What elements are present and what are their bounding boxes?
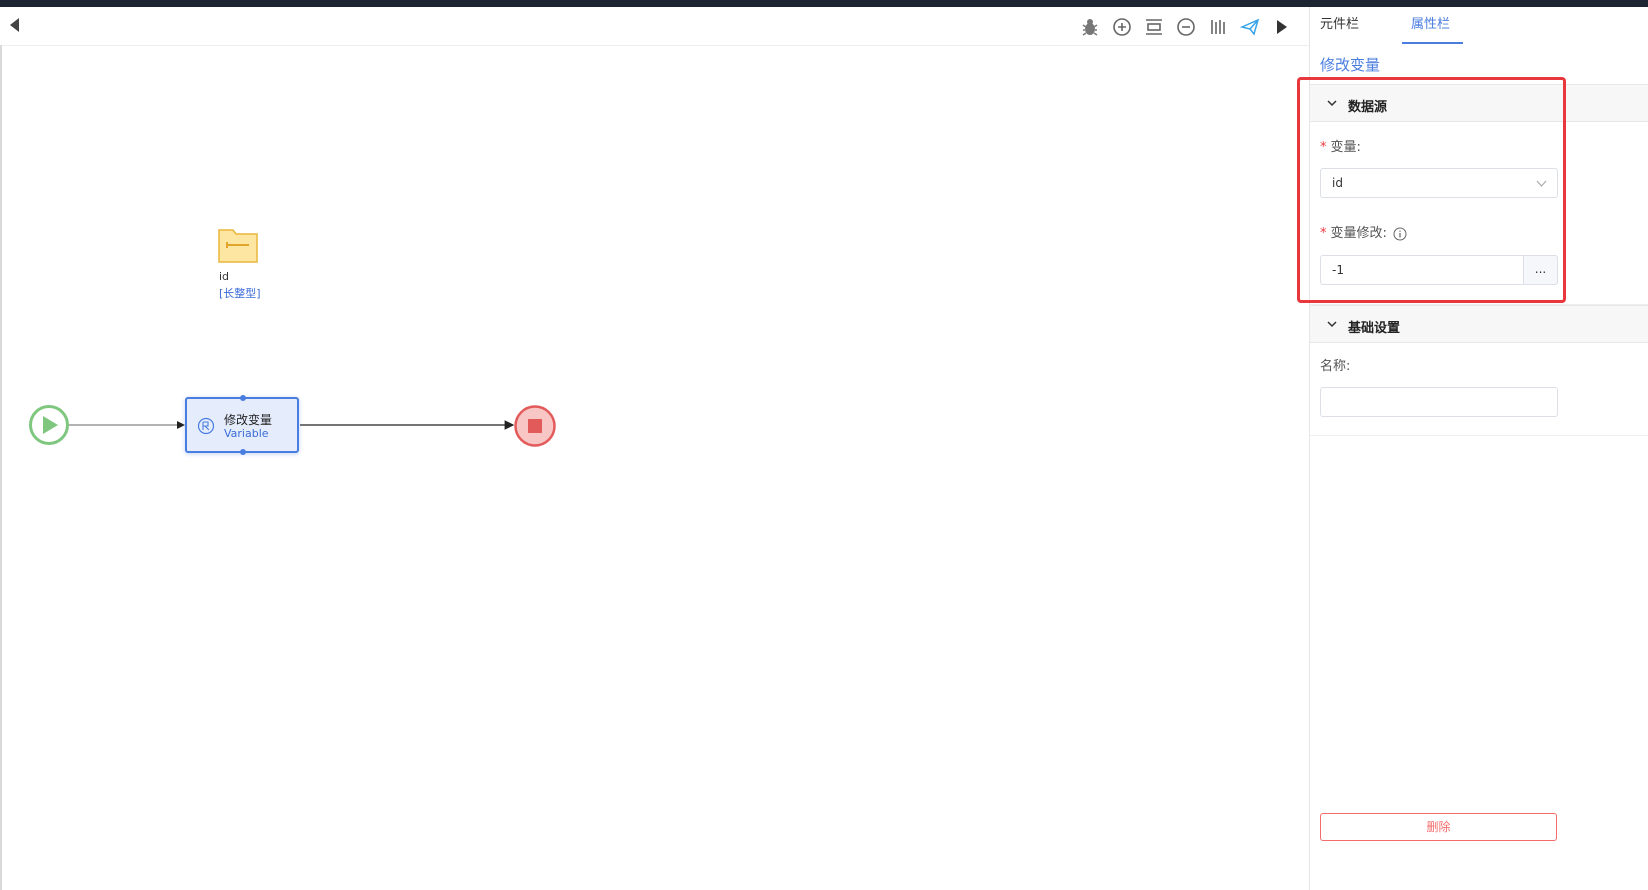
panel-title: 修改变量 bbox=[1320, 56, 1381, 74]
chevron-down-icon bbox=[1327, 321, 1337, 328]
tab-properties[interactable]: 属性栏 bbox=[1411, 13, 1450, 32]
section-basic-header[interactable]: 基础设置 bbox=[1310, 305, 1648, 343]
tab-components[interactable]: 元件栏 bbox=[1320, 13, 1359, 32]
name-input[interactable] bbox=[1320, 387, 1558, 417]
variable-select-value: id bbox=[1332, 176, 1343, 190]
chevron-down-icon bbox=[1327, 100, 1337, 107]
info-icon bbox=[1393, 227, 1407, 240]
variable-name: id bbox=[219, 270, 230, 283]
delete-button[interactable]: 删除 bbox=[1320, 813, 1557, 841]
task-title: 修改变量 bbox=[224, 413, 273, 427]
start-node[interactable] bbox=[29, 405, 69, 445]
section-basic-body: 名称: bbox=[1310, 343, 1648, 436]
variable-modify-group: -1 ... bbox=[1320, 255, 1558, 285]
variable-type: [长整型] bbox=[219, 287, 261, 300]
variable-select[interactable]: id bbox=[1320, 168, 1558, 198]
section-data-source-header[interactable]: 数据源 bbox=[1310, 84, 1648, 122]
task-node-modify-variable[interactable]: 修改变量 Variable bbox=[185, 395, 299, 455]
variable-edit-icon bbox=[197, 417, 215, 435]
property-panel: 元件栏 属性栏 修改变量 数据源 * 变量: id * 变量修改: -1 ... 基… bbox=[1310, 7, 1648, 890]
handle-top[interactable] bbox=[240, 395, 246, 401]
active-tab-indicator bbox=[1402, 42, 1463, 44]
section-basic-title: 基础设置 bbox=[1348, 321, 1401, 336]
variable-label: * 变量: bbox=[1320, 140, 1361, 155]
panel-tabs: 元件栏 属性栏 bbox=[1310, 7, 1648, 44]
chevron-down-icon bbox=[1536, 180, 1547, 187]
end-node[interactable] bbox=[514, 405, 556, 447]
name-label: 名称: bbox=[1320, 359, 1351, 374]
flow-canvas[interactable]: id [长整型] 修改变量 Variable bbox=[0, 7, 1310, 890]
task-subtitle: Variable bbox=[224, 427, 269, 440]
folder-icon[interactable] bbox=[217, 226, 259, 266]
handle-bottom[interactable] bbox=[240, 449, 246, 455]
section-data-source-title: 数据源 bbox=[1348, 100, 1388, 115]
top-bar bbox=[0, 0, 1648, 7]
expression-more-button[interactable]: ... bbox=[1523, 255, 1558, 285]
section-data-source-body: * 变量: id * 变量修改: -1 ... bbox=[1310, 122, 1648, 305]
variable-modify-label: * 变量修改: bbox=[1320, 222, 1407, 241]
variable-modify-input[interactable]: -1 bbox=[1320, 255, 1523, 285]
